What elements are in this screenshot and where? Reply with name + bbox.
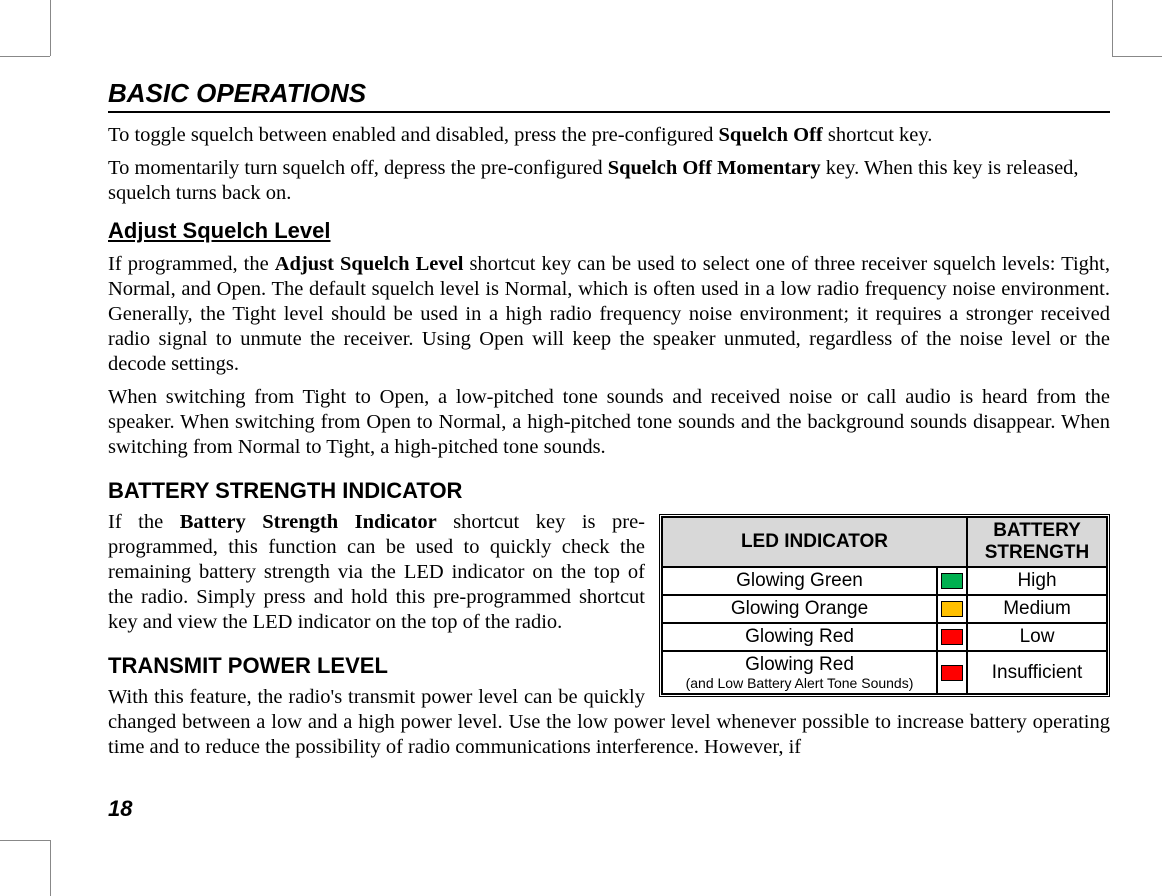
page-number: 18 xyxy=(108,796,132,822)
crop-mark xyxy=(1112,56,1162,57)
sub-heading-adjust-squelch: Adjust Squelch Level xyxy=(108,218,1110,244)
cell-led: Glowing Red xyxy=(662,623,937,651)
text: To momentarily turn squelch off, depress… xyxy=(108,157,608,179)
crop-mark xyxy=(0,56,50,57)
paragraph: To momentarily turn squelch off, depress… xyxy=(108,156,1110,206)
cell-led-main: Glowing Red xyxy=(745,654,854,675)
table-row: Glowing Red Low xyxy=(662,623,1107,651)
cell-strength: Insufficient xyxy=(967,651,1107,694)
table-header-row: LED INDICATOR BATTERY STRENGTH xyxy=(662,517,1107,567)
crop-mark xyxy=(1112,0,1113,56)
bold-text: Adjust Squelch Level xyxy=(275,253,464,275)
table-row: Glowing Red (and Low Battery Alert Tone … xyxy=(662,651,1107,694)
table-row: Glowing Orange Medium xyxy=(662,595,1107,623)
header-strength: BATTERY STRENGTH xyxy=(967,517,1107,567)
cell-led: Glowing Orange xyxy=(662,595,937,623)
color-swatch-red xyxy=(941,629,963,645)
text: To toggle squelch between enabled and di… xyxy=(108,124,719,146)
cell-strength: High xyxy=(967,567,1107,595)
color-swatch-green xyxy=(941,573,963,589)
cell-swatch xyxy=(937,623,967,651)
cell-led: Glowing Red (and Low Battery Alert Tone … xyxy=(662,651,937,694)
cell-swatch xyxy=(937,651,967,694)
cell-strength: Medium xyxy=(967,595,1107,623)
cell-swatch xyxy=(937,595,967,623)
paragraph: When switching from Tight to Open, a low… xyxy=(108,385,1110,460)
section-title: BASIC OPERATIONS xyxy=(108,78,1110,113)
bold-text: Squelch Off Momentary xyxy=(608,157,821,179)
bold-text: Squelch Off xyxy=(719,124,823,146)
text: shortcut key. xyxy=(823,124,933,146)
color-swatch-orange xyxy=(941,601,963,617)
cell-strength: Low xyxy=(967,623,1107,651)
header-led: LED INDICATOR xyxy=(662,517,967,567)
text: If programmed, the xyxy=(108,253,275,275)
paragraph: If programmed, the Adjust Squelch Level … xyxy=(108,252,1110,377)
crop-mark xyxy=(0,840,50,841)
bold-text: Battery Strength Indicator xyxy=(180,511,437,533)
heading-battery: BATTERY STRENGTH INDICATOR xyxy=(108,478,1110,504)
cell-led-note: (and Low Battery Alert Tone Sounds) xyxy=(669,676,930,691)
color-swatch-red xyxy=(941,665,963,681)
cell-led: Glowing Green xyxy=(662,567,937,595)
page-content: BASIC OPERATIONS To toggle squelch betwe… xyxy=(108,78,1110,768)
crop-mark xyxy=(50,0,51,56)
paragraph: To toggle squelch between enabled and di… xyxy=(108,123,1110,148)
text: If the xyxy=(108,511,180,533)
crop-mark xyxy=(50,840,51,896)
table-row: Glowing Green High xyxy=(662,567,1107,595)
cell-swatch xyxy=(937,567,967,595)
battery-indicator-table: LED INDICATOR BATTERY STRENGTH Glowing G… xyxy=(659,514,1110,697)
